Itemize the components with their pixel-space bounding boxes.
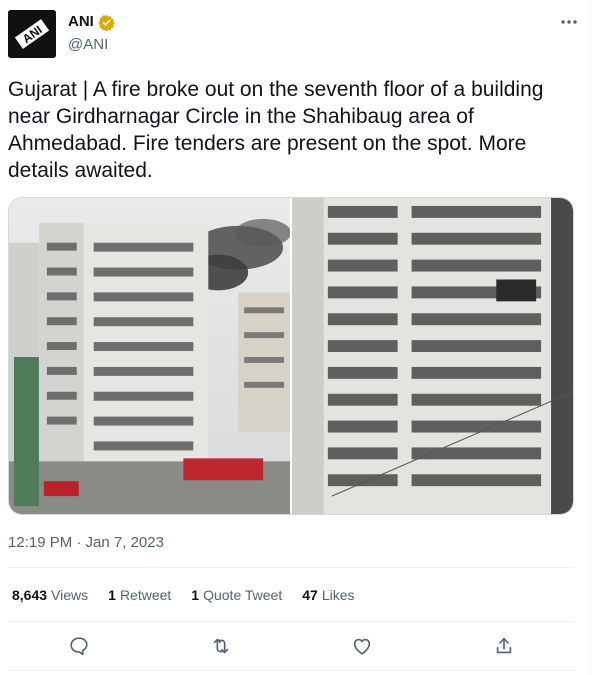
quotes-count: 1 xyxy=(191,587,200,603)
author-block: ANI @ANI xyxy=(68,12,115,55)
reply-icon[interactable] xyxy=(62,629,96,663)
share-icon[interactable] xyxy=(487,629,521,663)
author-handle[interactable]: @ANI xyxy=(68,35,115,55)
views-stat[interactable]: 8,643 Views xyxy=(12,585,88,605)
retweets-stat[interactable]: 1 Retweet xyxy=(108,585,171,605)
quotes-label: Quote Tweet xyxy=(203,587,283,603)
divider xyxy=(8,670,575,671)
quotes-stat[interactable]: 1 Quote Tweet xyxy=(191,585,282,605)
views-count: 8,643 xyxy=(12,587,48,603)
tweet-header: ANI ANI @ANI xyxy=(8,8,584,58)
likes-stat[interactable]: 47 Likes xyxy=(302,585,354,605)
retweets-count: 1 xyxy=(108,587,116,603)
likes-count: 47 xyxy=(302,587,318,603)
likes-label: Likes xyxy=(321,587,355,603)
like-icon[interactable] xyxy=(345,629,379,663)
tweet-card: ANI ANI @ANI Gujarat | A fire broke out … xyxy=(0,0,591,675)
tweet-text: Gujarat | A fire broke out on the sevent… xyxy=(8,78,550,182)
fire-building-photo-2[interactable] xyxy=(292,198,573,514)
divider xyxy=(8,567,575,568)
fire-building-photo-1[interactable] xyxy=(9,198,290,514)
tweet-actions xyxy=(8,627,575,665)
verified-badge-icon xyxy=(98,14,115,31)
retweet-icon[interactable] xyxy=(204,629,238,663)
author-name[interactable]: ANI xyxy=(68,12,94,32)
tweet-stats: 8,643 Views 1 Retweet 1 Quote Tweet 47 L… xyxy=(12,585,355,605)
views-label: Views xyxy=(51,587,89,603)
ani-logo-icon[interactable]: ANI xyxy=(8,10,56,58)
divider xyxy=(8,621,575,622)
media-grid xyxy=(8,197,574,515)
author-name-row[interactable]: ANI xyxy=(68,12,115,32)
tweet-timestamp[interactable]: 12:19 PM · Jan 7, 2023 xyxy=(8,533,164,553)
more-icon[interactable] xyxy=(558,12,580,32)
retweets-label: Retweet xyxy=(119,587,172,603)
